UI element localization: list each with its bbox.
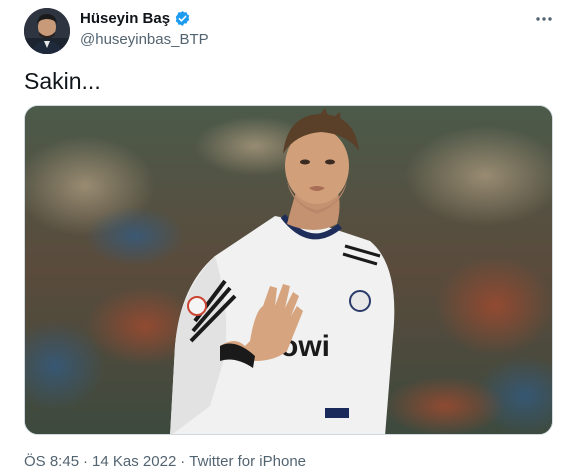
author-display-name[interactable]: Hüseyin Baş <box>80 10 170 27</box>
tweet-date[interactable]: 14 Kas 2022 <box>92 453 176 470</box>
author-handle[interactable]: @huseyinbas_BTP <box>80 31 209 48</box>
tweet-source[interactable]: Twitter for iPhone <box>189 453 306 470</box>
tweet: Hüseyin Baş @huseyinbas_BTP Sakin... owi… <box>0 0 576 476</box>
author-avatar[interactable] <box>24 8 70 54</box>
author-name-row: Hüseyin Baş <box>80 10 191 27</box>
more-horizontal-icon[interactable] <box>533 10 555 28</box>
separator-dot: · <box>83 453 89 470</box>
verified-badge-icon <box>174 10 191 27</box>
separator-dot: · <box>180 453 186 470</box>
tweet-time[interactable]: ÖS 8:45 <box>24 453 79 470</box>
tweet-media-image[interactable]: owi <box>24 105 553 435</box>
tweet-metadata: ÖS 8:45 · 14 Kas 2022 · Twitter for iPho… <box>24 453 306 470</box>
tweet-text: Sakin... <box>24 68 101 94</box>
